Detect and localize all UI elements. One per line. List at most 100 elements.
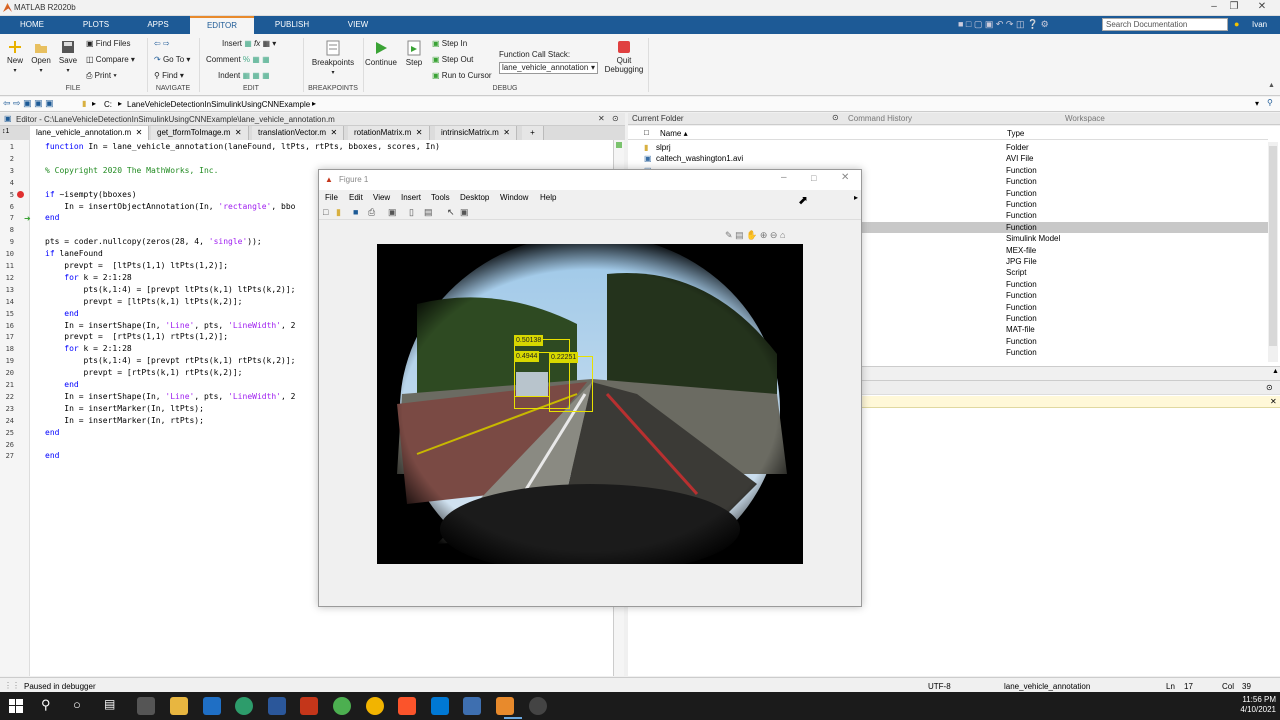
chevron-up-icon[interactable]: ▲ bbox=[1272, 368, 1279, 375]
tab-editor[interactable]: EDITOR bbox=[190, 16, 254, 34]
select-all-checkbox[interactable]: □ bbox=[644, 128, 649, 137]
menu-desktop[interactable]: Desktop bbox=[460, 193, 489, 202]
figure-window[interactable]: ▲ Figure 1 – □ ✕ File Edit View Insert T… bbox=[318, 169, 862, 607]
search-icon[interactable]: ⚲ bbox=[1218, 19, 1225, 30]
file-explorer-icon[interactable] bbox=[170, 697, 188, 715]
quick-access-icons[interactable]: ■ □ ▢ ▣ ↶ ↷ ◫ ❔ ⚙ bbox=[958, 19, 1049, 30]
add-tab-button[interactable]: + bbox=[522, 126, 544, 140]
tab-apps[interactable]: APPS bbox=[138, 16, 178, 34]
menu-file[interactable]: File bbox=[325, 193, 338, 202]
tab-translationvector[interactable]: translationVector.m ✕ bbox=[252, 126, 345, 140]
call-stack-select[interactable]: lane_vehicle_annotation ▾ bbox=[499, 62, 598, 74]
matlab-icon[interactable] bbox=[496, 697, 514, 715]
menu-expand-icon[interactable]: ▸ bbox=[854, 193, 858, 202]
menu-edit[interactable]: Edit bbox=[349, 193, 363, 202]
print-button[interactable]: ⎙ Print ▾ bbox=[86, 71, 117, 81]
legend-icon[interactable]: ▤ bbox=[424, 207, 433, 218]
goto-button[interactable]: ↷ Go To ▾ bbox=[154, 55, 190, 64]
property-inspector-icon[interactable]: ▣ bbox=[460, 207, 469, 218]
menu-view[interactable]: View bbox=[373, 193, 390, 202]
tab-scroll-icon[interactable]: ↕1 bbox=[2, 128, 9, 135]
menu-help[interactable]: Help bbox=[540, 193, 556, 202]
tab-home[interactable]: HOME bbox=[12, 16, 52, 34]
find-files-button[interactable]: ▣ Find Files bbox=[86, 39, 130, 48]
mail-icon[interactable] bbox=[203, 697, 221, 715]
home-icon[interactable]: ⌂ bbox=[780, 230, 785, 240]
zoom-in-icon[interactable]: ⊕ bbox=[760, 230, 768, 240]
tab-intrinsicmatrix[interactable]: intrinsicMatrix.m ✕ bbox=[435, 126, 517, 140]
cortana-icon[interactable]: ○ bbox=[73, 697, 81, 712]
edge-icon[interactable] bbox=[235, 697, 253, 715]
minimize-icon[interactable]: – bbox=[781, 172, 787, 183]
save-figure-icon[interactable]: ■ bbox=[353, 207, 358, 217]
file-row[interactable]: ▣ caltech_washington1.avi AVI File bbox=[628, 153, 1268, 164]
indent-button[interactable]: Indent ▦ ▦ ▦ bbox=[218, 71, 270, 80]
task-view-icon[interactable]: ▤ bbox=[104, 697, 115, 711]
continue-button[interactable]: Continue bbox=[364, 40, 398, 67]
save-button[interactable]: Save ▾ bbox=[57, 40, 79, 74]
run-to-cursor-button[interactable]: ▣ Run to Cursor bbox=[432, 71, 492, 80]
panel-menu-icon[interactable]: ⊙ bbox=[832, 113, 839, 122]
nav-back-forward-icons[interactable]: ⇦ ⇨ ▣ ▣ ▣ bbox=[3, 98, 54, 109]
breakpoints-button[interactable]: Breakpoints ▾ bbox=[310, 40, 356, 76]
path-drive[interactable]: C: bbox=[104, 100, 112, 109]
comment-button[interactable]: Comment % ▦ ▦ bbox=[206, 55, 270, 64]
close-icon[interactable]: ✕ bbox=[1270, 397, 1277, 406]
search-icon[interactable]: ⚲ bbox=[41, 697, 51, 713]
brush-icon[interactable]: ✎ bbox=[725, 230, 733, 240]
current-folder-title[interactable]: Current Folder bbox=[632, 114, 684, 123]
app-icon[interactable] bbox=[463, 697, 481, 715]
find-button[interactable]: ⚲ Find ▾ bbox=[154, 71, 184, 80]
clock[interactable]: 11:56 PM 4/10/2021 bbox=[1236, 695, 1276, 715]
link-plot-icon[interactable]: ▣ bbox=[388, 207, 397, 218]
print-figure-icon[interactable]: ⎙ bbox=[368, 207, 375, 218]
image-axes[interactable]: 0.50138 0.4944 0.22251 bbox=[377, 244, 803, 564]
quit-debugging-button[interactable]: Quit Debugging bbox=[602, 40, 646, 74]
chrome-icon[interactable] bbox=[366, 697, 384, 715]
menu-tools[interactable]: Tools bbox=[431, 193, 450, 202]
compare-button[interactable]: ◫ Compare ▾ bbox=[86, 55, 135, 64]
app-icon[interactable] bbox=[529, 697, 547, 715]
close-icon[interactable]: ✕ bbox=[1252, 1, 1272, 12]
tab-plots[interactable]: PLOTS bbox=[74, 16, 118, 34]
step-button[interactable]: Step bbox=[402, 40, 426, 67]
back-forward-icons[interactable]: ⇦ ⇨ bbox=[154, 39, 170, 48]
app-icon[interactable] bbox=[300, 697, 318, 715]
restore-icon[interactable]: ❐ bbox=[1224, 1, 1244, 12]
open-button[interactable]: Open ▾ bbox=[30, 40, 52, 74]
command-history-title[interactable]: Command History bbox=[848, 114, 912, 123]
collapse-ribbon-icon[interactable]: ▲ bbox=[1268, 82, 1275, 89]
menu-insert[interactable]: Insert bbox=[401, 193, 421, 202]
app-icon[interactable] bbox=[333, 697, 351, 715]
file-row[interactable]: ▮ slprj Folder bbox=[628, 142, 1268, 153]
open-file-icon[interactable]: ▮ bbox=[336, 207, 341, 218]
panel-menu-icon[interactable]: ⊙ bbox=[612, 114, 619, 123]
menu-window[interactable]: Window bbox=[500, 193, 528, 202]
path-folder[interactable]: LaneVehicleDetectionInSimulinkUsingCNNEx… bbox=[127, 100, 310, 109]
windows-start-icon[interactable] bbox=[9, 699, 23, 713]
minimize-icon[interactable]: – bbox=[1204, 1, 1224, 12]
edit-plot-icon[interactable]: ↖ bbox=[447, 207, 455, 218]
store-icon[interactable] bbox=[137, 697, 155, 715]
column-name[interactable]: Name ▴ bbox=[660, 129, 688, 138]
close-icon[interactable]: ✕ bbox=[841, 172, 849, 183]
vscode-icon[interactable] bbox=[431, 697, 449, 715]
brave-icon[interactable] bbox=[398, 697, 416, 715]
step-out-button[interactable]: ▣ Step Out bbox=[432, 55, 473, 64]
new-figure-icon[interactable]: □ bbox=[323, 207, 328, 217]
tab-publish[interactable]: PUBLISH bbox=[270, 16, 314, 34]
tab-view[interactable]: VIEW bbox=[338, 16, 378, 34]
pan-icon[interactable]: ✋ bbox=[746, 230, 757, 240]
column-type[interactable]: Type bbox=[1007, 129, 1024, 138]
user-name[interactable]: Ivan bbox=[1252, 20, 1267, 29]
colorbar-icon[interactable]: ▯ bbox=[409, 207, 414, 218]
search-folder-icon[interactable]: ⚲ bbox=[1267, 98, 1273, 107]
maximize-icon[interactable]: □ bbox=[811, 173, 816, 183]
zoom-out-icon[interactable]: ⊖ bbox=[770, 230, 778, 240]
datatip-icon[interactable]: ▤ bbox=[735, 230, 744, 240]
step-in-button[interactable]: ▣ Step In bbox=[432, 39, 467, 48]
tab-get-tformtoimage[interactable]: get_tformToImage.m ✕ bbox=[151, 126, 249, 140]
new-button[interactable]: New ▾ bbox=[4, 40, 26, 74]
tab-rotationmatrix[interactable]: rotationMatrix.m ✕ bbox=[348, 126, 430, 140]
chevron-down-icon[interactable]: ▾ bbox=[1255, 99, 1259, 108]
